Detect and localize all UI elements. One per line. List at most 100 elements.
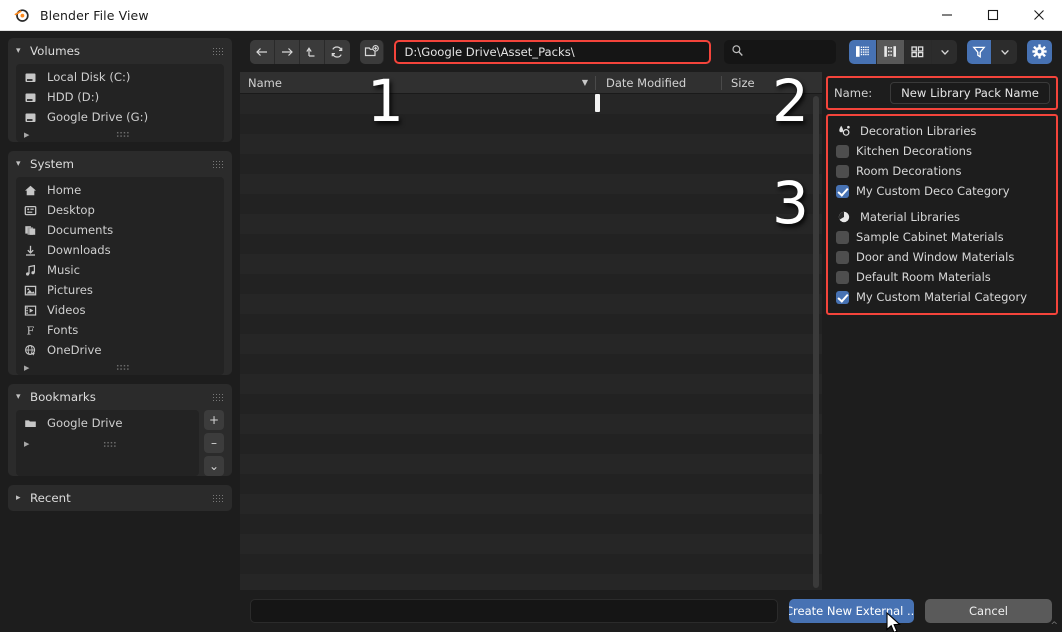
table-row[interactable] [240, 494, 822, 514]
date-column-header[interactable]: Date Modified [596, 76, 721, 90]
sidebar-item-home[interactable]: Home [16, 180, 224, 200]
sidebar-item-google-drive-g[interactable]: Google Drive (G:) [16, 107, 224, 127]
maximize-button[interactable] [970, 0, 1016, 31]
sidebar-item-hdd-d[interactable]: HDD (D:) [16, 87, 224, 107]
table-row[interactable] [240, 554, 822, 574]
sidebar-item-downloads[interactable]: Downloads [16, 240, 224, 260]
close-button[interactable] [1016, 0, 1062, 31]
sidebar-item-label: Music [47, 263, 80, 277]
sidebar-item-documents[interactable]: Documents [16, 220, 224, 240]
checkbox-checked[interactable] [836, 290, 849, 304]
panel-grip[interactable] [103, 440, 118, 448]
table-row[interactable] [240, 434, 822, 454]
panel-bookmarks-header[interactable]: ▾ Bookmarks [8, 384, 232, 410]
table-row[interactable] [240, 234, 822, 254]
table-row[interactable] [240, 394, 822, 414]
panel-grip[interactable] [115, 364, 130, 371]
file-list-rows[interactable] [240, 94, 822, 590]
search-input[interactable] [724, 39, 836, 64]
checkbox[interactable] [836, 250, 849, 264]
bookmarks-resize-footer[interactable]: ▶ [16, 433, 199, 455]
table-row[interactable] [240, 274, 822, 294]
sidebar-item-desktop[interactable]: Desktop [16, 200, 224, 220]
table-row[interactable] [240, 474, 822, 494]
table-row[interactable] [240, 414, 822, 434]
directory-path-input[interactable]: D:\Google Drive\Asset_Packs\ [394, 39, 712, 64]
panel-grip[interactable] [212, 47, 224, 55]
scrollbar-thumb[interactable] [813, 96, 819, 588]
table-row[interactable] [240, 194, 822, 214]
table-row[interactable] [240, 574, 822, 590]
name-column-header[interactable]: Name ▼ [240, 76, 595, 90]
table-row[interactable] [240, 134, 822, 154]
file-list-scrollbar[interactable] [813, 96, 819, 588]
add-bookmark-button[interactable]: + [204, 410, 224, 430]
checkbox-row-door-and-window-materials[interactable]: Door and Window Materials [828, 247, 1056, 267]
table-row[interactable] [240, 174, 822, 194]
create-new-external-button[interactable]: Create New External ... [789, 599, 914, 623]
table-row[interactable] [240, 154, 822, 174]
parent-directory-button[interactable] [299, 39, 325, 64]
cancel-button[interactable]: Cancel [925, 599, 1052, 623]
sidebar-item-music[interactable]: Music [16, 260, 224, 280]
table-row[interactable] [240, 374, 822, 394]
resize-corner-grip[interactable]: ^ [1050, 621, 1058, 631]
table-row[interactable] [240, 294, 822, 314]
sidebar-item-videos[interactable]: Videos [16, 300, 224, 320]
panel-grip[interactable] [212, 393, 224, 401]
sidebar-item-local-disk-c[interactable]: Local Disk (C:) [16, 67, 224, 87]
checkbox[interactable] [836, 230, 849, 244]
panel-grip[interactable] [115, 131, 130, 138]
sidebar-item-pictures[interactable]: Pictures [16, 280, 224, 300]
bookmark-options-button[interactable]: ⌄ [204, 456, 224, 476]
display-options-dropdown[interactable] [932, 39, 958, 64]
vertical-list-view-button[interactable] [848, 39, 877, 64]
back-button[interactable] [250, 39, 275, 64]
panel-system-header[interactable]: ▾ System [8, 151, 232, 177]
panel-volumes-header[interactable]: ▾ Volumes [8, 38, 232, 64]
table-row[interactable] [240, 114, 822, 134]
checkbox-row-kitchen-decorations[interactable]: Kitchen Decorations [828, 141, 1056, 161]
checkbox-checked[interactable] [836, 184, 849, 198]
table-row[interactable] [240, 334, 822, 354]
checkbox-row-default-room-materials[interactable]: Default Room Materials [828, 267, 1056, 287]
checkbox-row-room-decorations[interactable]: Room Decorations [828, 161, 1056, 181]
checkbox[interactable] [836, 144, 849, 158]
volumes-resize-footer[interactable]: ▶ [16, 127, 224, 142]
remove-bookmark-button[interactable]: – [204, 433, 224, 453]
table-row[interactable] [240, 354, 822, 374]
table-row[interactable] [240, 314, 822, 334]
sidebar-item-onedrive[interactable]: OneDrive [16, 340, 224, 360]
minimize-button[interactable] [924, 0, 970, 31]
horizontal-list-view-button[interactable] [876, 39, 905, 64]
checkbox[interactable] [836, 164, 849, 178]
table-row[interactable] [240, 214, 822, 234]
filter-toggle-button[interactable] [967, 39, 993, 64]
library-pack-name-input[interactable]: New Library Pack Name [890, 82, 1050, 104]
panel-grip[interactable] [212, 494, 224, 502]
file-settings-button[interactable] [1027, 39, 1052, 64]
checkbox[interactable] [836, 270, 849, 284]
sidebar-item-label: Videos [47, 303, 86, 317]
checkbox-row-sample-cabinet-materials[interactable]: Sample Cabinet Materials [828, 227, 1056, 247]
table-row[interactable] [240, 534, 822, 554]
checkbox-row-my-custom-material-category[interactable]: My Custom Material Category [828, 287, 1056, 307]
filename-input[interactable] [250, 599, 778, 623]
column-resize-handle[interactable] [595, 94, 600, 112]
filter-options-dropdown[interactable] [992, 39, 1018, 64]
forward-button[interactable] [274, 39, 300, 64]
panel-grip[interactable] [212, 160, 224, 168]
panel-recent-header[interactable]: ▸ Recent [8, 485, 232, 511]
table-row[interactable] [240, 254, 822, 274]
checkbox-row-my-custom-deco-category[interactable]: My Custom Deco Category [828, 181, 1056, 201]
table-row[interactable] [240, 514, 822, 534]
new-folder-button[interactable] [359, 39, 385, 64]
sidebar-item-fonts[interactable]: F Fonts [16, 320, 224, 340]
thumbnail-view-button[interactable] [904, 39, 933, 64]
table-row[interactable] [240, 454, 822, 474]
sidebar-item-google-drive-bookmark[interactable]: Google Drive [16, 413, 199, 433]
table-row[interactable] [240, 94, 822, 114]
refresh-button[interactable] [324, 39, 350, 64]
size-column-header[interactable]: Size [722, 76, 822, 90]
system-resize-footer[interactable]: ▶ [16, 360, 224, 375]
